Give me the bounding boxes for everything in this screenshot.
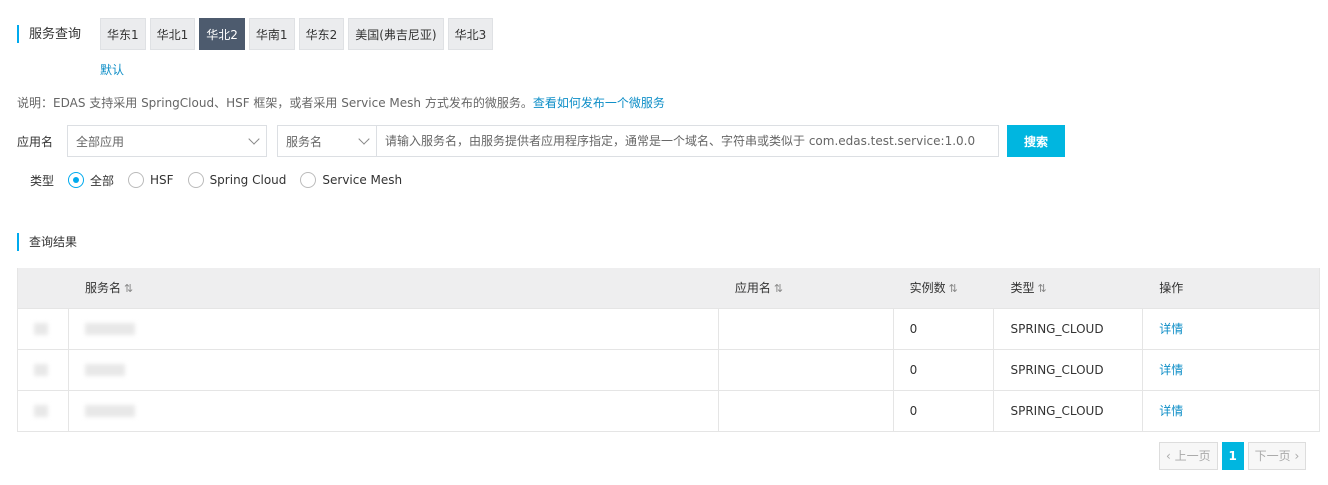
page-number-current[interactable]: 1 <box>1221 442 1244 470</box>
next-label: 下一页 <box>1254 449 1291 463</box>
type-radio-service-mesh[interactable]: Service Mesh <box>300 172 402 188</box>
cell-service-name <box>69 308 719 350</box>
search-button[interactable]: 搜索 <box>1007 125 1065 157</box>
service-search-input[interactable] <box>377 125 999 157</box>
cell-blurred <box>18 308 69 350</box>
cell-instances: 0 <box>894 390 995 432</box>
type-filter: 类型 全部 HSF Spring Cloud Service Mesh <box>30 170 416 190</box>
cell-blurred <box>18 349 69 391</box>
default-namespace-link[interactable]: 默认 <box>100 61 124 78</box>
redacted-block <box>34 323 48 335</box>
type-option-label: Service Mesh <box>322 173 403 187</box>
header-app-name[interactable]: 应用名 ⇅ <box>719 268 894 308</box>
sort-icon: ⇅ <box>1037 282 1047 295</box>
region-tab-1[interactable]: 华东1 <box>100 18 146 50</box>
chevron-down-icon <box>358 133 370 145</box>
redacted-block <box>84 364 125 376</box>
header-label: 类型 <box>1010 281 1035 295</box>
table-header: 服务名 ⇅ 应用名 ⇅ 实例数 ⇅ 类型 ⇅ 操作 <box>18 268 1319 308</box>
table-row: 0 SPRING_CLOUD 详情 <box>18 308 1319 350</box>
description-text: 说明：EDAS 支持采用 SpringCloud、HSF 框架，或者采用 Ser… <box>17 96 533 110</box>
header-actions: 操作 <box>1159 281 1184 295</box>
cell-type: SPRING_CLOUD <box>994 308 1144 350</box>
cell-action: 详情 <box>1143 309 1319 350</box>
details-link[interactable]: 详情 <box>1159 322 1183 336</box>
chevron-right-icon: › <box>1290 449 1300 463</box>
header-label: 实例数 <box>909 281 946 295</box>
header-label: 应用名 <box>734 281 771 295</box>
region-tab-2[interactable]: 华北1 <box>149 18 196 50</box>
prev-label: 上一页 <box>1174 449 1211 463</box>
pagination: ‹ 上一页 1 下一页 › <box>1159 442 1307 470</box>
region-tab-5[interactable]: 华东2 <box>298 18 345 50</box>
cell-app-name <box>719 308 894 350</box>
cell-instances: 0 <box>894 349 995 391</box>
type-radio-hsf[interactable]: HSF <box>128 172 174 188</box>
cell-app-name <box>719 390 894 432</box>
service-query-title: 服务查询 <box>29 27 82 42</box>
region-tab-6[interactable]: 美国(弗吉尼亚) <box>348 18 444 50</box>
header-instances[interactable]: 实例数 ⇅ <box>894 268 995 308</box>
prev-page-button[interactable]: ‹ 上一页 <box>1159 442 1218 470</box>
sort-icon: ⇅ <box>123 282 134 295</box>
app-select[interactable]: 全部应用 <box>67 125 267 157</box>
cell-action: 详情 <box>1143 350 1319 391</box>
region-tab-4[interactable]: 华南1 <box>248 18 295 50</box>
cell-app-name <box>719 349 894 391</box>
table-row: 0 SPRING_CLOUD 详情 <box>18 349 1319 391</box>
service-query-heading: 服务查询 <box>17 25 81 43</box>
cell-blurred <box>18 390 69 432</box>
type-radio-spring-cloud[interactable]: Spring Cloud <box>187 172 287 188</box>
redacted-block <box>34 364 48 376</box>
description: 说明：EDAS 支持采用 SpringCloud、HSF 框架，或者采用 Ser… <box>17 94 665 111</box>
details-link[interactable]: 详情 <box>1159 404 1183 418</box>
details-link[interactable]: 详情 <box>1159 363 1183 377</box>
results-table: 服务名 ⇅ 应用名 ⇅ 实例数 ⇅ 类型 ⇅ 操作 0 SPRING_CLOUD 详情 … <box>17 268 1320 432</box>
type-option-label: 全部 <box>90 173 115 188</box>
type-radio-all[interactable]: 全部 <box>68 172 114 189</box>
region-tabs: 华东1 华北1 华北2 华南1 华东2 美国(弗吉尼亚) 华北3 <box>100 18 494 50</box>
sort-icon: ⇅ <box>773 282 784 295</box>
table-row: 0 SPRING_CLOUD 详情 <box>18 390 1319 432</box>
results-title: 查询结果 <box>29 235 78 249</box>
cell-service-name <box>69 390 719 432</box>
cell-service-name <box>69 349 719 391</box>
app-name-label: 应用名 <box>17 134 54 149</box>
type-option-label: HSF <box>150 173 174 187</box>
redacted-block <box>84 323 135 335</box>
redacted-block <box>34 405 48 417</box>
chevron-down-icon <box>248 133 260 145</box>
region-tab-3[interactable]: 华北2 <box>199 18 245 50</box>
header-blank <box>18 268 69 308</box>
search-field-value: 服务名 <box>286 134 323 149</box>
radio-icon <box>187 172 204 188</box>
header-service-name[interactable]: 服务名 ⇅ <box>69 268 719 308</box>
next-page-button[interactable]: 下一页 › <box>1247 442 1307 470</box>
sort-icon: ⇅ <box>948 282 958 295</box>
cell-instances: 0 <box>894 308 995 350</box>
radio-checked-icon <box>68 172 84 188</box>
cell-type: SPRING_CLOUD <box>994 349 1144 391</box>
radio-icon <box>128 172 145 188</box>
chevron-left-icon: ‹ <box>1166 449 1175 463</box>
search-form: 应用名 全部应用 服务名 搜索 <box>17 125 1065 157</box>
radio-icon <box>300 172 317 188</box>
region-tab-7[interactable]: 华北3 <box>447 18 494 50</box>
type-option-label: Spring Cloud <box>209 173 287 187</box>
results-heading: 查询结果 <box>17 233 77 251</box>
cell-action: 详情 <box>1143 391 1319 432</box>
how-to-publish-link[interactable]: 查看如何发布一个微服务 <box>533 96 665 110</box>
type-label: 类型 <box>30 173 55 188</box>
app-select-value: 全部应用 <box>76 134 125 149</box>
cell-type: SPRING_CLOUD <box>994 390 1144 432</box>
search-field-select[interactable]: 服务名 <box>277 125 377 157</box>
redacted-block <box>84 405 135 417</box>
header-type[interactable]: 类型 ⇅ <box>994 268 1143 308</box>
header-label: 服务名 <box>84 281 121 295</box>
